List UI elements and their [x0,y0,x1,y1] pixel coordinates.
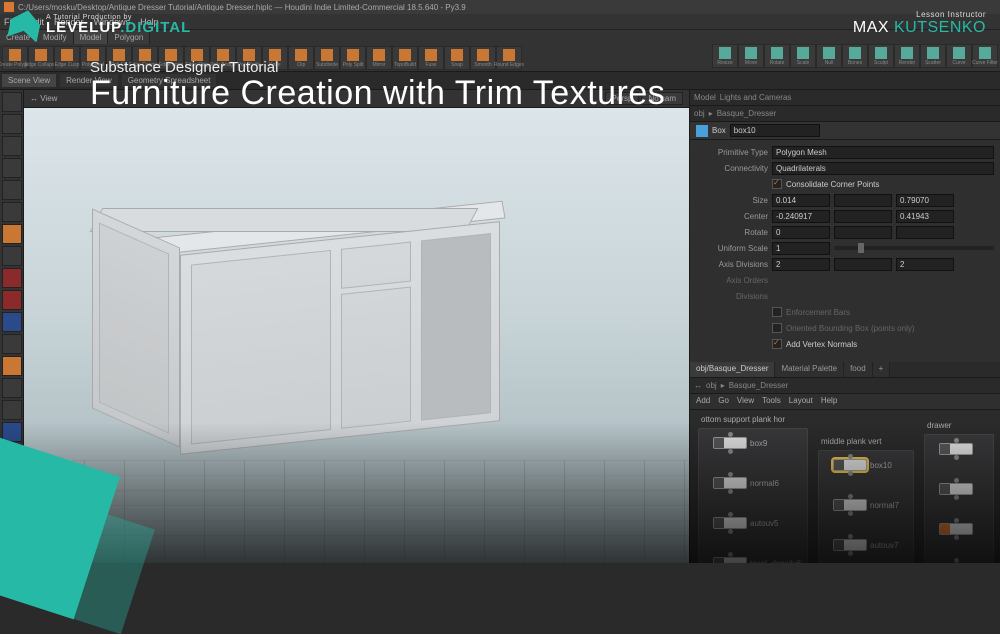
instructor-credit: Lesson Instructor MAX KUTSENKO [853,10,986,37]
instructor-name: MAX KUTSENKO [853,19,986,37]
logo-icon [7,7,43,43]
instructor-role: Lesson Instructor [853,10,986,19]
logo-text: LEVELUP.DIGITAL [46,19,191,36]
tutorial-title-block: Substance Designer Tutorial Furniture Cr… [0,45,1000,563]
tutorial-title: Furniture Creation with Trim Textures [90,76,980,549]
brand-logo: A Tutorial Production by LEVELUP.DIGITAL [10,10,191,40]
